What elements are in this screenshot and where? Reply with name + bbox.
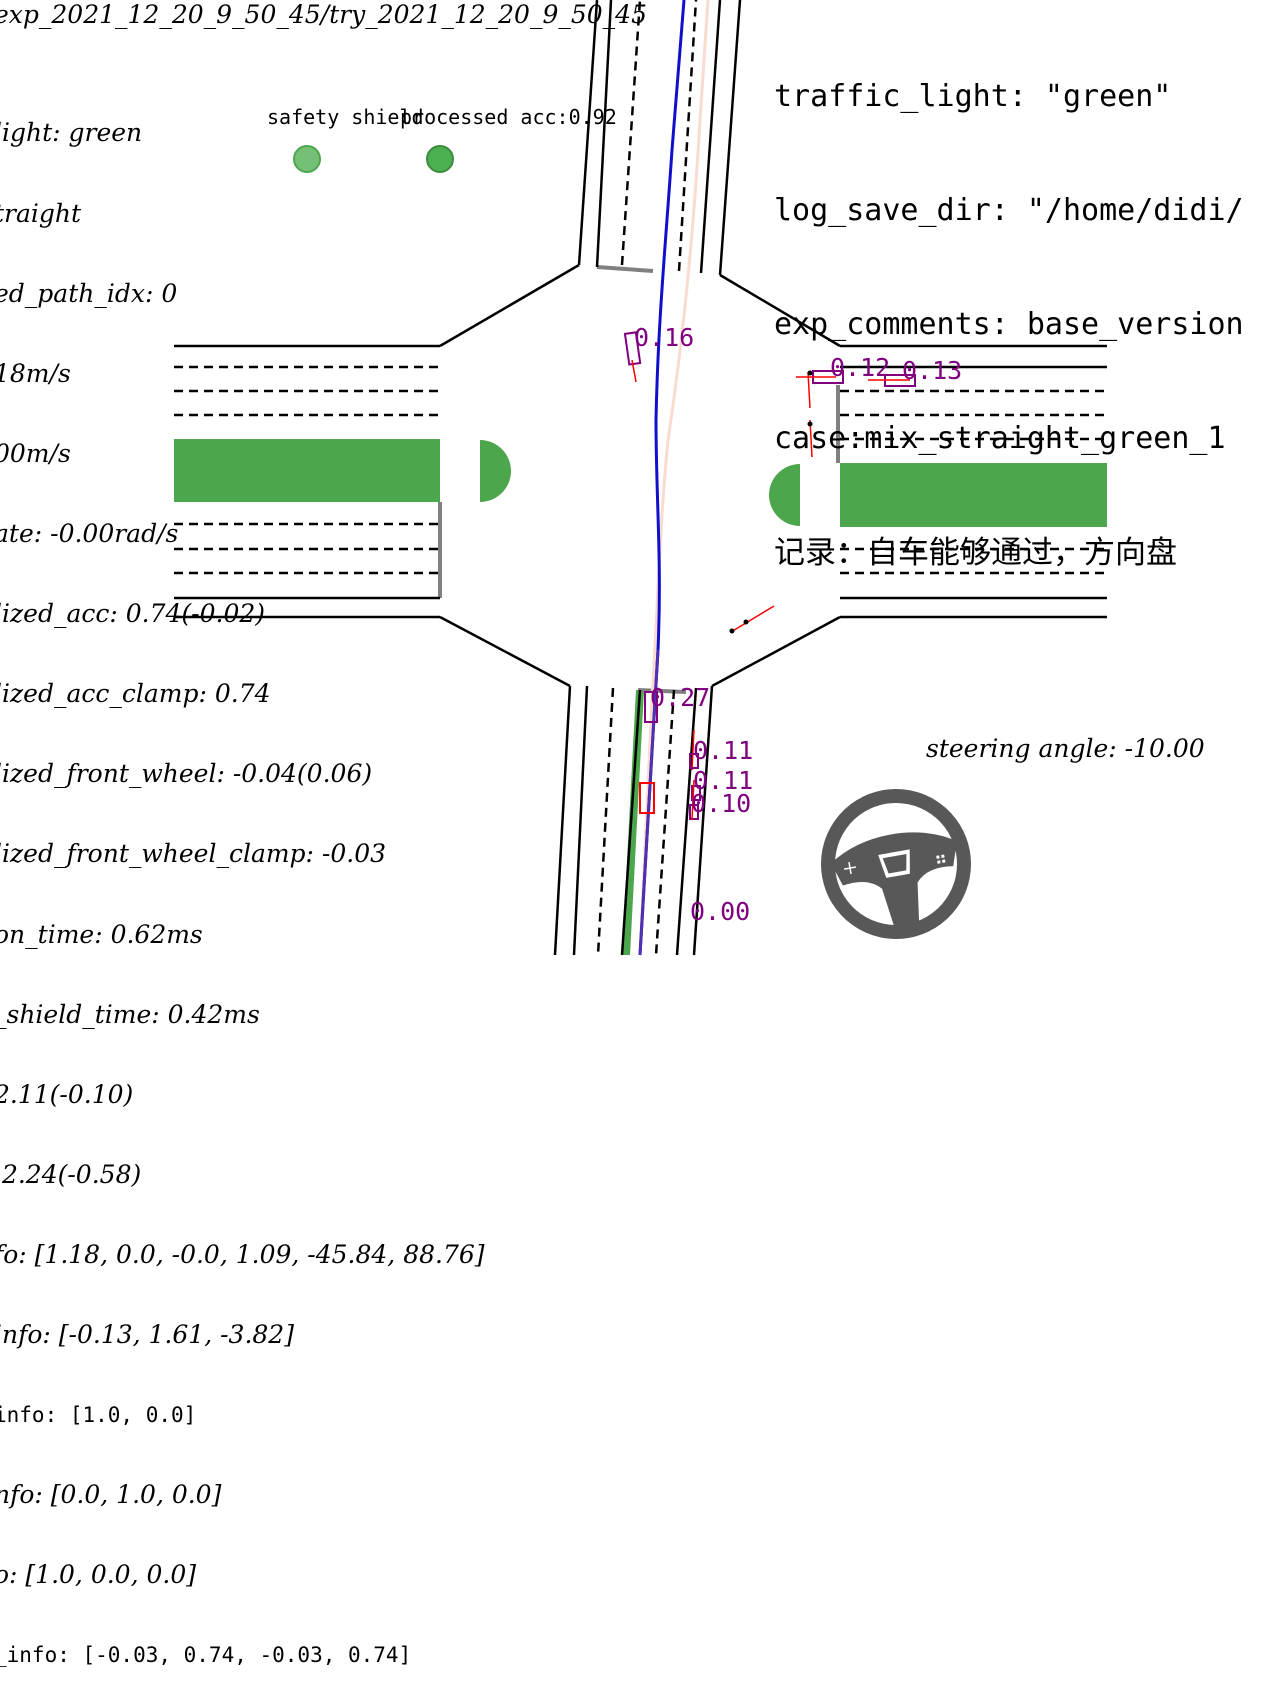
experiment-config-panel: traffic_light: "green" log_save_dir: "/h… (774, 2, 1244, 610)
object-label: 0.11 (693, 736, 753, 765)
config-line-traffic-light: traffic_light: "green" (774, 79, 1172, 114)
info-line: o: [1.0, 0.0, 0.0] (0, 1560, 196, 1590)
config-line-record: 记录：自车能够通过，方向盘 (774, 535, 1177, 571)
info-line: info: [1.0, 0.0] (0, 1403, 197, 1428)
info-line: lized_acc_clamp: 0.74 (0, 679, 271, 709)
info-line: 2.24(-0.58) (0, 1159, 142, 1189)
object-label: 0.10 (691, 789, 751, 818)
info-line: _shield_time: 0.42ms (0, 999, 260, 1029)
steering-angle-label: steering angle: -10.00 (926, 734, 1205, 763)
info-line: lized_acc: 0.74(-0.02) (0, 599, 266, 629)
object-label: 0.16 (634, 323, 694, 352)
info-line: lized_front_wheel: -0.04(0.06) (0, 759, 373, 789)
object-label: 0.27 (650, 683, 710, 712)
info-line: fo: [1.18, 0.0, -0.0, 1.09, -45.84, 88.7… (0, 1239, 485, 1269)
info-line: ed_path_idx: 0 (0, 278, 178, 308)
object-label: 0.00 (690, 897, 750, 926)
config-line-case: case:mix_straight_green_1 (774, 421, 1226, 456)
info-line: _info: [-0.03, 0.74, -0.03, 0.74] (0, 1643, 412, 1668)
info-line: lized_front_wheel_clamp: -0.03 (0, 839, 387, 869)
traffic-light-west (480, 440, 511, 502)
info-line: ate: -0.00rad/s (0, 518, 179, 548)
config-line-log-dir: log_save_dir: "/home/didi/ (774, 193, 1244, 228)
info-line: 18m/s (0, 358, 71, 388)
info-line: nfo: [0.0, 1.0, 0.0] (0, 1480, 222, 1510)
experiment-path-title: exp_2021_12_20_9_50_45/try_2021_12_20_9_… (0, 0, 647, 29)
info-line: traight (0, 198, 82, 228)
info-line: 2.11(-0.10) (0, 1079, 134, 1109)
info-line: 00m/s (0, 438, 71, 468)
steering-wheel-icon (821, 789, 971, 939)
info-line: info: [-0.13, 1.61, -3.82] (0, 1320, 294, 1350)
info-line: light: green (0, 118, 143, 148)
vehicle-info-panel: light: green traight ed_path_idx: 0 18m/… (0, 67, 485, 1696)
config-line-comments: exp_comments: base_version (774, 307, 1244, 342)
info-line: on_time: 0.62ms (0, 919, 203, 949)
